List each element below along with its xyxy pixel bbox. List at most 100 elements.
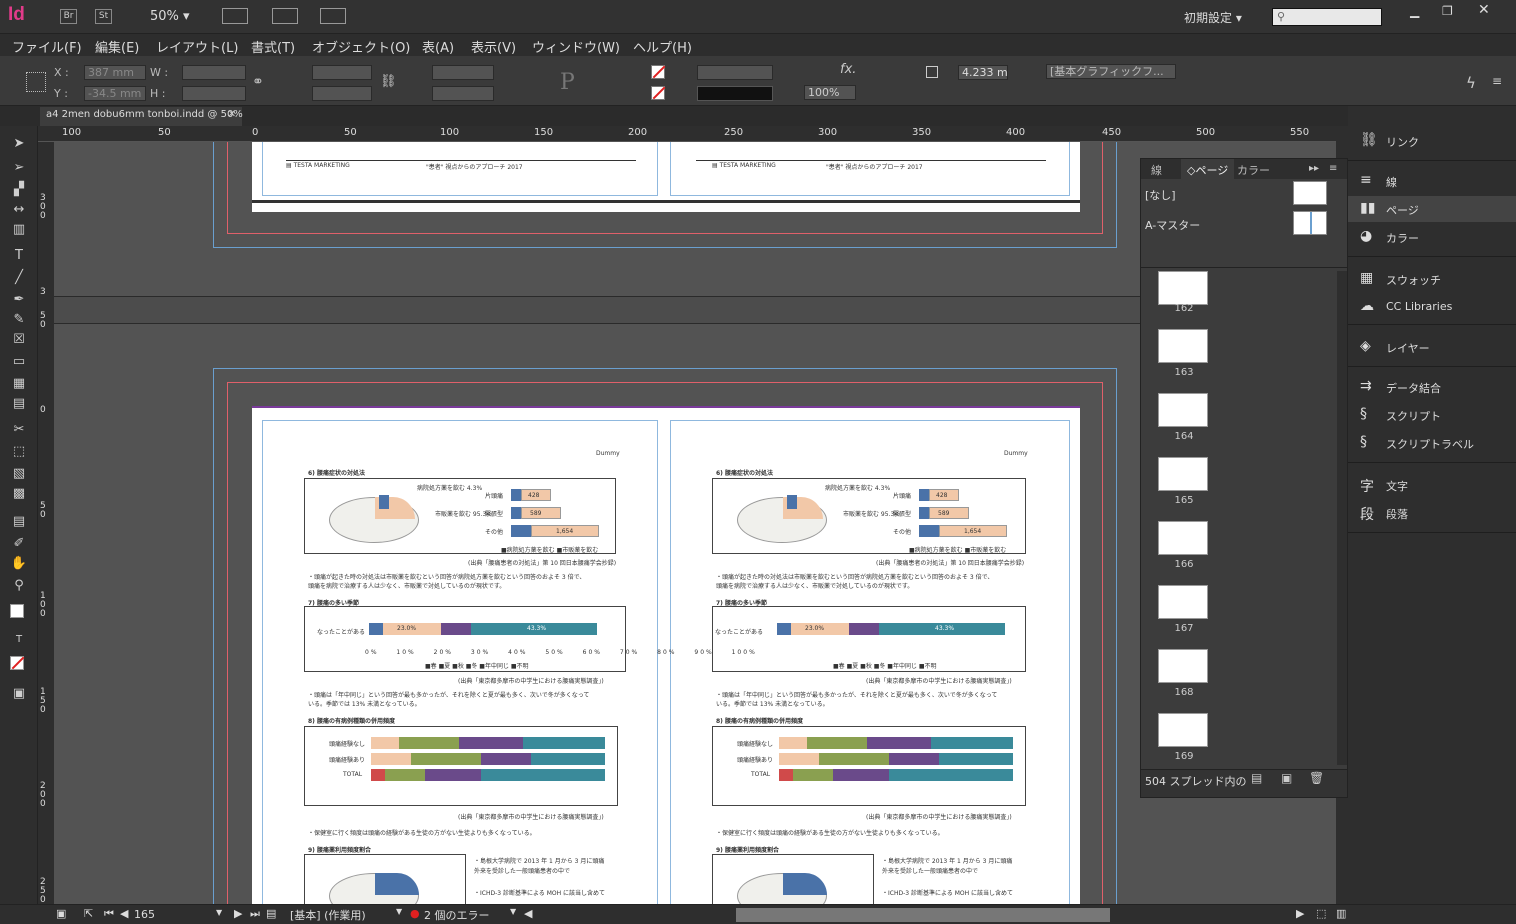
menu-help[interactable]: ヘルプ(H) xyxy=(633,37,692,56)
page-thumbnail[interactable] xyxy=(1158,649,1208,683)
stroke-weight-select[interactable] xyxy=(697,65,773,80)
dock-item-paragraph[interactable]: 段段落 xyxy=(1348,500,1516,526)
page-view-icon[interactable]: ▤ xyxy=(266,907,276,920)
page-thumbnail[interactable] xyxy=(1158,271,1208,305)
master-status[interactable]: [基本] (作業用) xyxy=(290,907,366,923)
dock-item-data-merge[interactable]: ⇉ データ結合 xyxy=(1348,374,1516,400)
scissors-tool-icon[interactable]: ✂ xyxy=(10,422,28,438)
view-options-icon[interactable] xyxy=(222,8,248,24)
dock-item-links[interactable]: ⛓ リンク xyxy=(1348,128,1516,154)
gradient-feather-tool-icon[interactable]: ▩ xyxy=(10,486,28,502)
menu-type[interactable]: 書式(T) xyxy=(251,37,295,56)
note-tool-icon[interactable]: ▤ xyxy=(10,514,28,530)
panel-menu-icon[interactable]: ≡ xyxy=(1492,74,1502,88)
new-page-icon[interactable]: ▣ xyxy=(1281,771,1292,785)
close-icon[interactable]: ✕ xyxy=(1478,2,1490,18)
preflight-errors[interactable]: 2 個のエラー xyxy=(424,907,490,923)
scale-y-field[interactable] xyxy=(312,86,372,101)
first-page-icon[interactable]: ⏮ xyxy=(104,907,114,921)
screen-mode-tool-icon[interactable]: ▣ xyxy=(10,686,28,702)
page-thumbnail[interactable] xyxy=(1158,521,1208,555)
restore-icon[interactable]: ❐ xyxy=(1442,4,1453,18)
spread-top[interactable]: ▤ TESTA MARKETING "患者" 視点からのアプローチ 2017 ▤… xyxy=(252,142,1080,212)
arrange-documents-icon[interactable] xyxy=(320,8,346,24)
zoom-level[interactable]: 50% ▾ xyxy=(150,9,190,24)
gradient-swatch-tool-icon[interactable]: ▧ xyxy=(10,466,28,482)
search-input[interactable]: ⚲ xyxy=(1272,8,1382,26)
chain-link-icon[interactable]: ⛓ xyxy=(380,74,397,89)
page-thumbnail[interactable] xyxy=(1158,457,1208,491)
h-field[interactable] xyxy=(182,86,246,101)
w-field[interactable] xyxy=(182,65,246,80)
menu-file[interactable]: ファイル(F) xyxy=(12,37,82,56)
dock-item-layers[interactable]: ◈ レイヤー xyxy=(1348,334,1516,360)
rectangle-frame-tool-icon[interactable]: ☒ xyxy=(10,332,28,348)
page-tool-icon[interactable]: ▞ xyxy=(10,182,28,198)
frame-fitting-icon[interactable] xyxy=(926,66,938,78)
x-field[interactable]: 387 mm xyxy=(84,65,146,80)
menu-layout[interactable]: レイアウト(L) xyxy=(156,37,238,56)
split-view-icon[interactable]: ▥ xyxy=(1336,907,1346,920)
select-container-icon[interactable]: P xyxy=(560,70,575,95)
menu-window[interactable]: ウィンドウ(W) xyxy=(532,37,620,56)
object-style-select[interactable]: [基本グラフィックフ... xyxy=(1046,64,1176,79)
fill-stroke-swatch-icon[interactable] xyxy=(10,604,24,618)
pages-scrollbar[interactable] xyxy=(1337,271,1347,765)
zoom-tool-icon[interactable]: ⚲ xyxy=(10,578,28,594)
page-thumbnail[interactable] xyxy=(1158,393,1208,427)
tab-pages[interactable]: ◇ページ xyxy=(1181,159,1235,179)
formatting-affects-container-icon[interactable]: T xyxy=(10,632,28,648)
spread-main[interactable]: Dummy 6) 腰痛症状の対処法 病院処方薬を飲む 4.3% 市販薬を飲む 9… xyxy=(252,406,1080,904)
rotate-field[interactable] xyxy=(432,65,494,80)
line-tool-icon[interactable]: ╱ xyxy=(10,270,28,286)
dock-item-pages[interactable]: ▮▮ ページ xyxy=(1348,196,1516,222)
stock-button[interactable]: St xyxy=(95,9,112,24)
dock-item-script-label[interactable]: § スクリプトラベル xyxy=(1348,430,1516,456)
close-tab-icon[interactable]: ✕ xyxy=(228,109,236,120)
workspace-switcher[interactable]: 初期設定 ▾ xyxy=(1184,9,1242,26)
page-thumbnail[interactable] xyxy=(1158,585,1208,619)
document-tab[interactable]: a4 2men dobu6mm tonboi.indd @ 50% ✕ xyxy=(40,107,243,126)
last-page-icon[interactable]: ⏭ xyxy=(250,907,260,921)
tab-stroke[interactable]: 線 xyxy=(1145,159,1168,179)
gap-tool-icon[interactable]: ↔ xyxy=(10,202,28,218)
pencil-tool-icon[interactable]: ✎ xyxy=(10,312,28,328)
open-in-bridge-icon[interactable]: ⇱ xyxy=(84,907,93,920)
menu-table[interactable]: 表(A) xyxy=(422,37,454,56)
selection-tool-icon[interactable]: ➤ xyxy=(10,136,28,152)
dock-item-character[interactable]: 字文字 xyxy=(1348,472,1516,498)
menu-object[interactable]: オブジェクト(O) xyxy=(312,37,410,56)
master-a[interactable]: A-マスター xyxy=(1145,217,1200,233)
menu-view[interactable]: 表示(V) xyxy=(471,37,516,56)
scale-x-field[interactable] xyxy=(312,65,372,80)
opacity-field[interactable]: 100% xyxy=(804,85,856,100)
stroke-swatch-icon[interactable] xyxy=(651,86,666,100)
y-field[interactable]: -34.5 mm xyxy=(84,86,146,101)
minimize-icon[interactable]: ▁ xyxy=(1410,4,1419,18)
grid-tool-icon[interactable]: ▦ xyxy=(10,376,28,392)
direct-selection-tool-icon[interactable]: ➢ xyxy=(10,160,28,176)
master-none-thumb[interactable] xyxy=(1293,181,1327,205)
master-none[interactable]: [なし] xyxy=(1145,187,1176,203)
master-dropdown-icon[interactable]: ▼ xyxy=(396,907,402,916)
content-collector-icon[interactable]: ▥ xyxy=(10,222,28,238)
delete-page-icon[interactable]: 🗑 xyxy=(1309,771,1324,785)
apply-none-icon[interactable] xyxy=(10,656,25,670)
dock-item-swatches[interactable]: ▦ スウォッチ xyxy=(1348,266,1516,292)
dock-item-color[interactable]: ◕ カラー xyxy=(1348,224,1516,250)
menu-edit[interactable]: 編集(E) xyxy=(95,37,139,56)
page-number-field[interactable]: 165 ▼ xyxy=(134,906,224,922)
dock-item-cc-libraries[interactable]: ☁ CC Libraries xyxy=(1348,294,1516,320)
screen-mode-icon[interactable] xyxy=(272,8,298,24)
quick-apply-icon[interactable]: ϟ xyxy=(1466,74,1476,92)
effects-icon[interactable]: fx. xyxy=(840,62,856,77)
edit-page-size-icon[interactable]: ▤ xyxy=(1251,771,1262,785)
hand-tool-icon[interactable]: ✋ xyxy=(10,556,28,572)
table-grid-icon[interactable]: ▤ xyxy=(10,396,28,412)
reference-point-icon[interactable] xyxy=(26,72,46,92)
dock-item-scripts[interactable]: § スクリプト xyxy=(1348,402,1516,428)
preflight-menu-icon[interactable]: ▼ xyxy=(510,907,516,916)
page-thumbnail[interactable] xyxy=(1158,329,1208,363)
next-page-icon[interactable]: ▶ xyxy=(234,907,242,920)
constrain-proportions-icon[interactable]: ⚭ xyxy=(252,74,264,90)
